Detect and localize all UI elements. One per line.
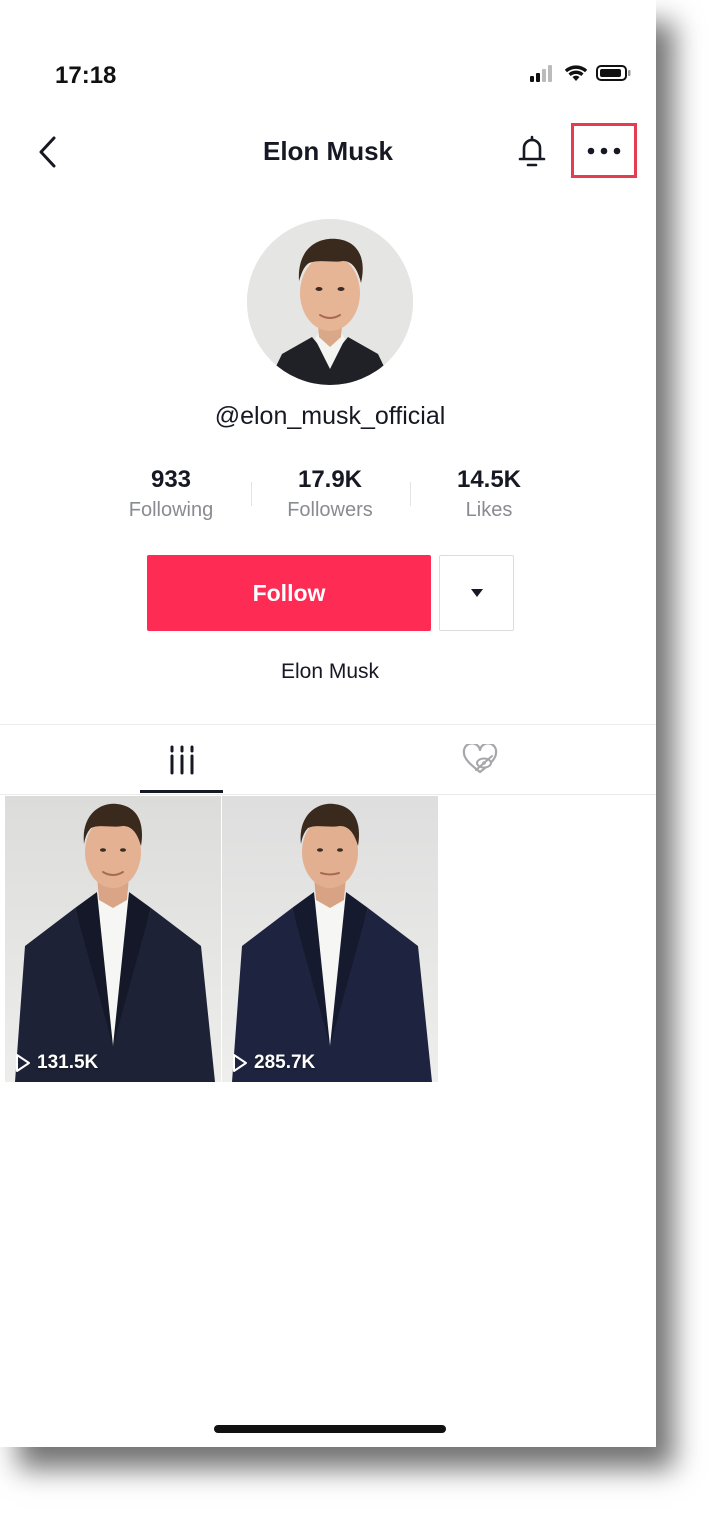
avatar-photo [247, 219, 413, 385]
stat-likes[interactable]: 14.5K Likes [414, 465, 564, 525]
display-name: Elon Musk [280, 660, 380, 683]
cellular-signal-icon [530, 65, 552, 82]
video-views: 131.5K [15, 1052, 98, 1074]
username: @elon_musk_official [214, 402, 446, 430]
caret-down-icon [470, 589, 483, 597]
more-dots-icon [587, 147, 621, 154]
stat-divider [251, 482, 252, 506]
avatar[interactable] [247, 219, 413, 385]
divider [0, 724, 656, 725]
video-thumbnail[interactable]: 285.7K [222, 796, 438, 1082]
battery-icon [596, 65, 631, 81]
stat-followers[interactable]: 17.9K Followers [255, 465, 405, 525]
more-options-button[interactable] [571, 123, 637, 178]
tab-videos[interactable] [140, 726, 223, 794]
video-views: 285.7K [232, 1052, 315, 1074]
stat-divider [410, 482, 411, 506]
stat-following[interactable]: 933 Following [96, 465, 246, 525]
bell-icon [518, 135, 546, 167]
page-title: Elon Musk [262, 136, 393, 166]
play-icon [233, 1054, 247, 1072]
notification-bell-button[interactable] [510, 130, 554, 174]
stat-value: 933 [150, 466, 192, 493]
home-indicator[interactable] [214, 1425, 446, 1433]
phone-screen: 17:18 Elon Musk @elon_musk_official 933 … [0, 0, 656, 1447]
heart-hidden-icon [462, 744, 497, 774]
stat-label: Following [128, 499, 214, 521]
video-view-count: 285.7K [254, 1052, 316, 1073]
status-time: 17:18 [55, 62, 117, 89]
video-thumbnail-image [5, 796, 221, 1082]
video-view-count: 131.5K [37, 1052, 99, 1073]
wifi-icon [564, 65, 588, 81]
tab-liked[interactable] [438, 726, 521, 794]
video-thumbnail-image [222, 796, 438, 1082]
stat-value: 14.5K [456, 466, 522, 493]
divider [0, 794, 656, 795]
video-thumbnail[interactable]: 131.5K [5, 796, 221, 1082]
suggested-accounts-dropdown-button[interactable] [439, 555, 514, 631]
stat-label: Likes [465, 499, 513, 521]
stat-label: Followers [287, 499, 373, 521]
active-tab-indicator [140, 790, 223, 793]
grid-lines-icon [170, 745, 193, 775]
play-icon [16, 1054, 30, 1072]
follow-button[interactable]: Follow [147, 555, 431, 631]
status-icons [530, 64, 632, 82]
stat-value: 17.9K [297, 466, 363, 493]
